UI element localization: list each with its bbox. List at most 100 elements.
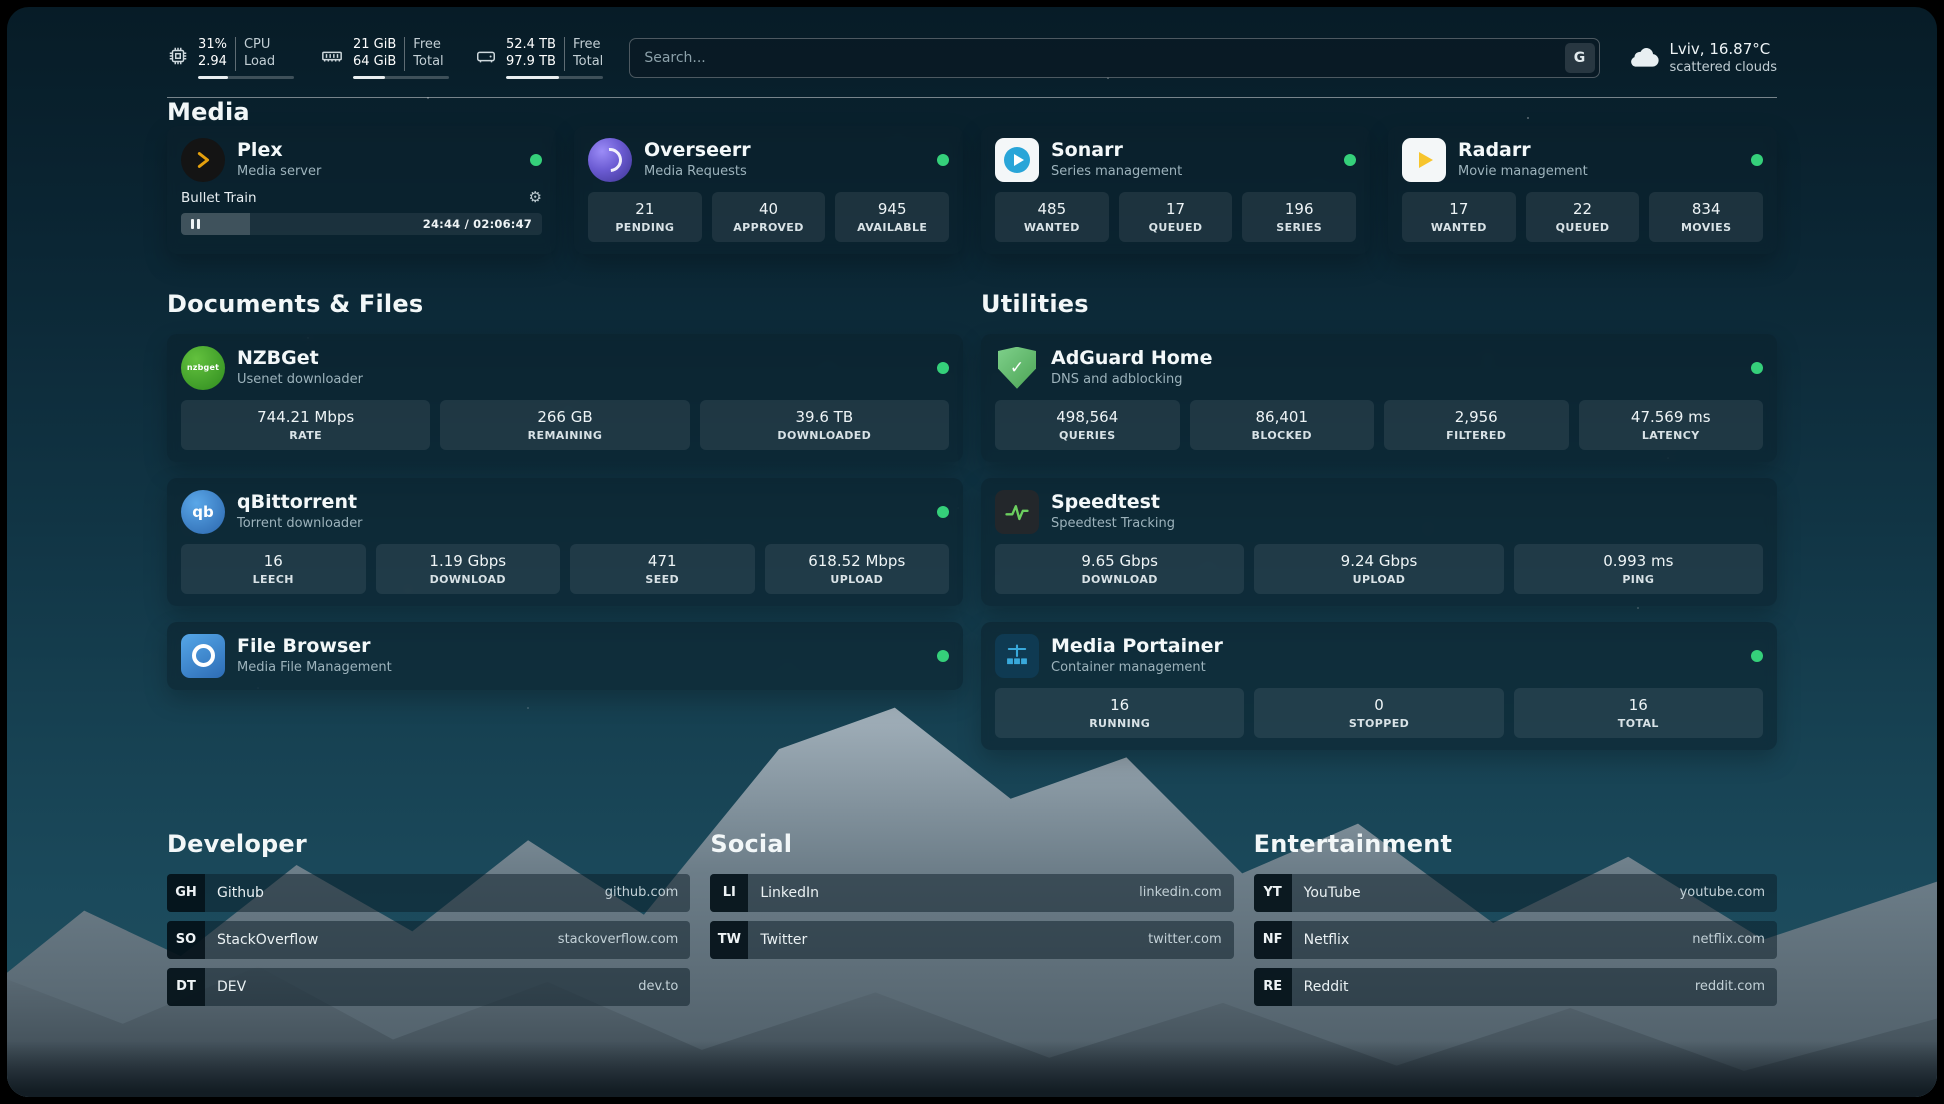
stat-approved: 40APPROVED <box>712 192 826 242</box>
stat-total: 16TOTAL <box>1514 688 1763 738</box>
cpu-icon <box>167 45 189 71</box>
status-dot <box>937 506 949 518</box>
bookmark-url: github.com <box>605 885 679 900</box>
qbittorrent-icon: qb <box>181 490 225 534</box>
stat-queries: 498,564QUERIES <box>995 400 1180 450</box>
qbittorrent-card[interactable]: qb qBittorrent Torrent downloader 16LEEC… <box>167 478 963 606</box>
app-name: Sonarr <box>1051 140 1182 161</box>
radarr-card[interactable]: Radarr Movie management 17WANTED 22QUEUE… <box>1388 126 1777 254</box>
stat-download: 9.65 GbpsDOWNLOAD <box>995 544 1244 594</box>
section-entertainment: Entertainment YT YouTube youtube.com NF … <box>1254 794 1777 1015</box>
bookmark-name: YouTube <box>1304 885 1361 901</box>
settings-gear-icon[interactable]: ⚙ <box>529 190 542 205</box>
overseerr-card[interactable]: Overseerr Media Requests 21PENDING 40APP… <box>574 126 963 254</box>
weather-widget[interactable]: Lviv, 16.87°C scattered clouds <box>1626 40 1778 75</box>
social-heading: Social <box>710 830 1233 858</box>
speedtest-card[interactable]: Speedtest Speedtest Tracking 9.65 GbpsDO… <box>981 478 1777 606</box>
stackoverflow-icon: SO <box>167 921 205 959</box>
stat-blocked: 86,401BLOCKED <box>1190 400 1375 450</box>
portainer-crane-icon <box>995 634 1039 678</box>
app-subtitle: Speedtest Tracking <box>1051 516 1175 531</box>
adguard-card[interactable]: ✓ AdGuard Home DNS and adblocking 498,56… <box>981 334 1777 462</box>
system-stats: 31% 2.94 CPU Load <box>167 37 603 79</box>
app-name: File Browser <box>237 636 392 657</box>
topbar: 31% 2.94 CPU Load <box>167 37 1777 79</box>
linkedin-icon: LI <box>710 874 748 912</box>
bookmark-linkedin[interactable]: LI LinkedIn linkedin.com <box>710 874 1233 912</box>
cpu-label: CPU <box>244 37 275 54</box>
stars-decoration <box>7 7 9 9</box>
dev-icon: DT <box>167 968 205 1006</box>
media-heading: Media <box>167 98 1777 126</box>
bookmark-reddit[interactable]: RE Reddit reddit.com <box>1254 968 1777 1006</box>
bookmark-twitter[interactable]: TW Twitter twitter.com <box>710 921 1233 959</box>
stat-filtered: 2,956FILTERED <box>1384 400 1569 450</box>
stat-running: 16RUNNING <box>995 688 1244 738</box>
app-subtitle: Media Requests <box>644 164 751 179</box>
app-name: Speedtest <box>1051 492 1175 513</box>
documents-heading: Documents & Files <box>167 290 963 318</box>
filebrowser-card[interactable]: File Browser Media File Management <box>167 622 963 690</box>
sonarr-card[interactable]: Sonarr Series management 485WANTED 17QUE… <box>981 126 1370 254</box>
pause-icon[interactable] <box>191 219 200 229</box>
stat-download: 1.19 GbpsDOWNLOAD <box>376 544 561 594</box>
stat-series: 196SERIES <box>1242 192 1356 242</box>
app-name: AdGuard Home <box>1051 348 1212 369</box>
ram-total-value: 64 GiB <box>353 54 396 71</box>
portainer-card[interactable]: Media Portainer Container management 16R… <box>981 622 1777 750</box>
bookmark-netflix[interactable]: NF Netflix netflix.com <box>1254 921 1777 959</box>
weather-condition: scattered clouds <box>1670 60 1778 75</box>
bookmark-url: dev.to <box>638 979 678 994</box>
plex-card[interactable]: Plex Media server Bullet Train ⚙ 24:44 /… <box>167 126 556 254</box>
search-engine-button[interactable]: G <box>1565 43 1595 73</box>
filebrowser-icon <box>181 634 225 678</box>
weather-location: Lviv, 16.87°C <box>1670 40 1778 58</box>
playback-bar[interactable]: 24:44 / 02:06:47 <box>181 213 542 235</box>
cpu-percent: 31% <box>198 37 227 54</box>
bookmark-name: Twitter <box>760 932 807 948</box>
nzbget-icon: nzbget <box>181 346 225 390</box>
stat-remaining: 266 GBREMAINING <box>440 400 689 450</box>
bookmark-youtube[interactable]: YT YouTube youtube.com <box>1254 874 1777 912</box>
utilities-heading: Utilities <box>981 290 1777 318</box>
ram-widget: 21 GiB 64 GiB Free Total <box>320 37 449 79</box>
disk-widget: 52.4 TB 97.9 TB Free Total <box>475 37 603 79</box>
bookmark-stackoverflow[interactable]: SO StackOverflow stackoverflow.com <box>167 921 690 959</box>
stat-upload: 9.24 GbpsUPLOAD <box>1254 544 1503 594</box>
app-subtitle: Media File Management <box>237 660 392 675</box>
bookmark-dev[interactable]: DT DEV dev.to <box>167 968 690 1006</box>
search-bar: G <box>629 38 1599 78</box>
cloud-icon <box>1626 44 1660 72</box>
disk-total-label: Total <box>573 54 603 71</box>
bookmark-github[interactable]: GH Github github.com <box>167 874 690 912</box>
cpu-load-value: 2.94 <box>198 54 227 71</box>
section-developer: Developer GH Github github.com SO StackO… <box>167 794 690 1015</box>
app-name: qBittorrent <box>237 492 363 513</box>
app-subtitle: Usenet downloader <box>237 372 363 387</box>
twitter-icon: TW <box>710 921 748 959</box>
cpu-usage-bar <box>198 76 294 79</box>
app-subtitle: Series management <box>1051 164 1182 179</box>
cpu-load-label: Load <box>244 54 275 71</box>
ram-free-value: 21 GiB <box>353 37 396 54</box>
stat-upload: 618.52 MbpsUPLOAD <box>765 544 950 594</box>
nzbget-card[interactable]: nzbget NZBGet Usenet downloader 744.21 M… <box>167 334 963 462</box>
disk-total-value: 97.9 TB <box>506 54 556 71</box>
bookmark-url: stackoverflow.com <box>558 932 679 947</box>
app-subtitle: Container management <box>1051 660 1223 675</box>
stat-latency: 47.569 msLATENCY <box>1579 400 1764 450</box>
app-name: Media Portainer <box>1051 636 1223 657</box>
app-name: Overseerr <box>644 140 751 161</box>
disk-usage-bar <box>506 76 603 79</box>
stat-queued: 17QUEUED <box>1119 192 1233 242</box>
stat-wanted: 17WANTED <box>1402 192 1516 242</box>
stat-available: 945AVAILABLE <box>835 192 949 242</box>
search-input[interactable] <box>629 38 1599 78</box>
bookmark-name: Reddit <box>1304 979 1349 995</box>
bookmark-name: Github <box>217 885 264 901</box>
adguard-shield-icon: ✓ <box>995 346 1039 390</box>
status-dot <box>1344 154 1356 166</box>
stat-queued: 22QUEUED <box>1526 192 1640 242</box>
stat-pending: 21PENDING <box>588 192 702 242</box>
app-name: Plex <box>237 140 321 161</box>
